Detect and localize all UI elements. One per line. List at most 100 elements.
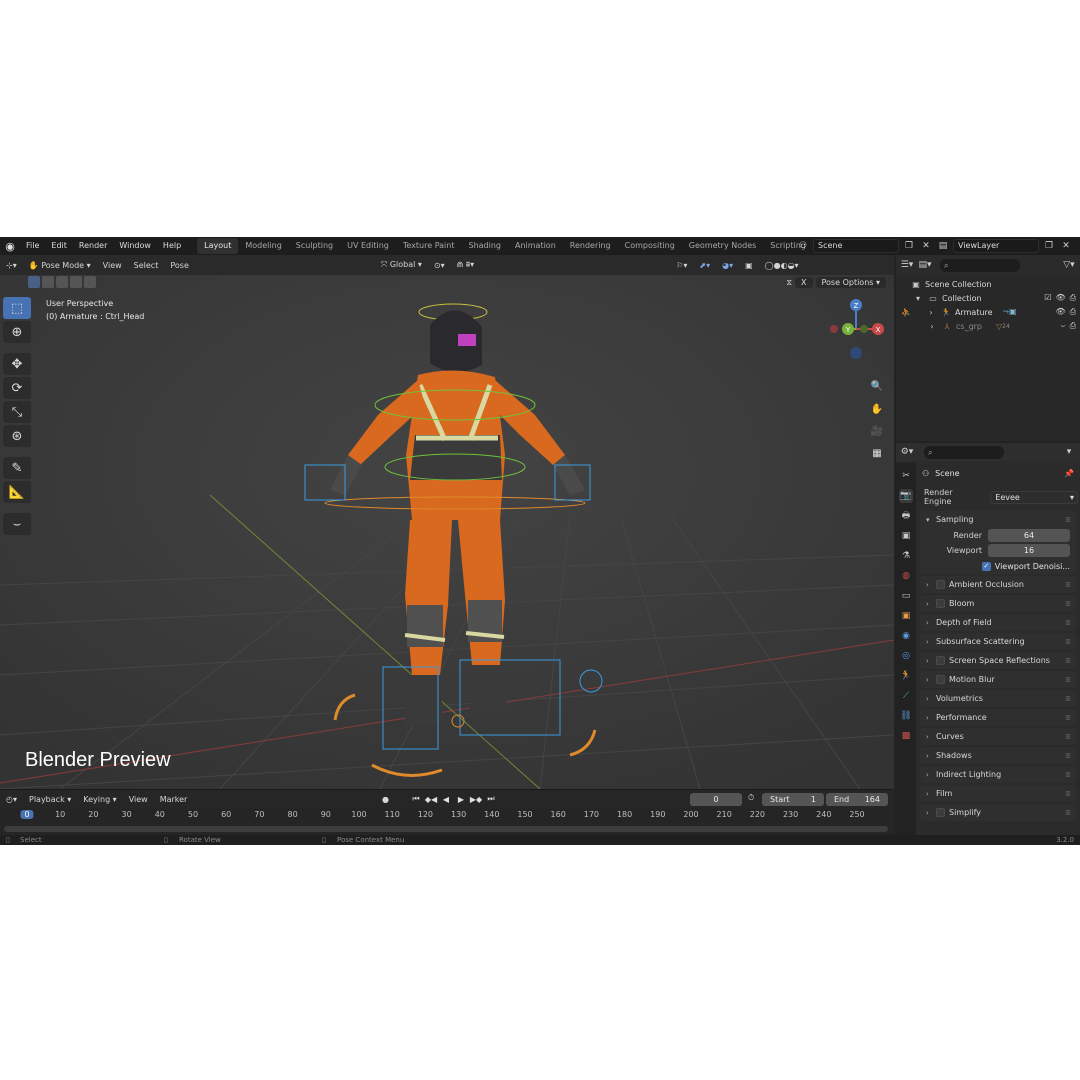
properties-options-icon[interactable]: ▾ [1062,445,1076,459]
current-frame-field[interactable]: 0 [690,793,742,806]
blender-logo-icon[interactable]: ◉ [0,237,20,255]
shading-modes-icon[interactable]: ◯●◐◒▾ [759,261,805,270]
object-tab-icon[interactable]: ▣ [899,609,913,623]
drag-grip-icon[interactable]: ⁞⁞⁞⁞ [1065,733,1071,741]
jump-start-icon[interactable]: ⏮ [410,793,422,805]
camera-view-icon[interactable]: 🎥 [868,422,886,440]
render-tab-icon[interactable]: 📷 [899,489,913,503]
camera-icon[interactable]: ⎙ [1070,293,1076,303]
panel-header[interactable]: › Bloom ⁞⁞⁞⁞ [920,595,1076,612]
drag-grip-icon[interactable]: ⁞⁞⁞⁞ [1065,771,1071,779]
camera-icon[interactable]: ⎙ [1070,321,1076,331]
panel-enable-checkbox[interactable] [936,580,945,589]
close-view-layer-icon[interactable]: ✕ [1059,239,1073,253]
editor-type-icon[interactable]: ⊹▾ [0,261,23,270]
camera-icon[interactable]: ⎙ [1070,307,1076,317]
xray-icon[interactable]: ▣ [739,261,759,270]
perspective-toggle-icon[interactable]: ▦ [868,444,886,462]
scene-icon[interactable]: ⚇ [796,239,810,253]
armature-row[interactable]: ⛹ › 🏃 Armature ⤳▣ 👁 ⎙ [896,305,1080,319]
collection-tab-icon[interactable]: ▭ [899,589,913,603]
gizmo-toggle-icon[interactable]: ⬈▾ [693,261,716,270]
bone-constraints-tab-icon[interactable]: ⛓ [899,709,913,723]
drag-grip-icon[interactable]: ⁞⁞⁞⁞ [1065,638,1071,646]
drag-grip-icon[interactable]: ⁞⁞⁞⁞ [1065,695,1071,703]
clock-icon[interactable]: ⏱ [748,793,754,803]
select-intersect-icon[interactable] [84,276,96,288]
timeline-view-menu[interactable]: View [123,795,154,804]
move-tool[interactable]: ✥ [3,353,31,375]
render-samples-field[interactable]: 64 [988,529,1070,542]
tab-texture-paint[interactable]: Texture Paint [396,238,462,254]
tab-layout[interactable]: Layout [197,238,239,254]
eye-icon[interactable]: 👁 [1055,293,1065,303]
navigation-gizmo[interactable]: Z Y X [826,297,886,371]
tab-rendering[interactable]: Rendering [563,238,618,254]
output-tab-icon[interactable]: 🖶 [899,509,913,523]
scene-tab-icon[interactable]: ⚗ [899,549,913,563]
x-mirror-button[interactable]: X [795,277,813,288]
eye-icon[interactable]: 👁 [1055,307,1065,317]
pose-options-button[interactable]: Pose Options ▾ [815,277,886,288]
cursor-tool[interactable]: ⊕ [3,321,31,343]
panel-header[interactable]: › Curves ⁞⁞⁞⁞ [920,728,1076,745]
object-data-tab-icon[interactable]: 🏃 [899,669,913,683]
view-layer-tab-icon[interactable]: ▣ [899,529,913,543]
panel-header[interactable]: › Depth of Field ⁞⁞⁞⁞ [920,614,1076,631]
timeline-scrollbar[interactable] [4,826,888,832]
checkbox-icon[interactable]: ☑ [1044,293,1051,303]
jump-end-icon[interactable]: ⏭ [485,793,497,805]
select-extend-icon[interactable] [42,276,54,288]
end-frame-field[interactable]: End 164 [826,793,888,806]
drag-grip-icon[interactable]: ⁞⁞⁞⁞ [1065,676,1071,684]
tool-tab-icon[interactable]: ✂ [899,469,913,483]
constraints-tab-icon[interactable]: ◎ [899,649,913,663]
tab-uv-editing[interactable]: UV Editing [340,238,396,254]
properties-search[interactable]: ⌕ [924,445,1004,459]
playback-menu[interactable]: Playback ▾ [23,795,77,804]
menu-edit[interactable]: Edit [45,237,73,255]
snap-icon[interactable]: ⋒ ⩩▾ [451,260,481,270]
panel-header[interactable]: › Simplify ⁞⁞⁞⁞ [920,804,1076,821]
jump-key-back-icon[interactable]: ◆◀ [425,793,437,805]
panel-header[interactable]: › Performance ⁞⁞⁞⁞ [920,709,1076,726]
rotate-tool[interactable]: ⟳ [3,377,31,399]
drag-grip-icon[interactable]: ⁞⁞⁞⁞ [1065,516,1071,524]
view-layer-icon[interactable]: ▤ [936,239,950,253]
timeline-editor-icon[interactable]: ◴▾ [0,795,23,804]
play-reverse-icon[interactable]: ◀ [440,793,452,805]
tab-sculpting[interactable]: Sculpting [289,238,340,254]
keying-menu[interactable]: Keying ▾ [77,795,122,804]
drag-grip-icon[interactable]: ⁞⁞⁞⁞ [1065,581,1071,589]
orientation-selector[interactable]: ⤧ Global ▾ [375,260,428,270]
physics-tab-icon[interactable]: ◉ [899,629,913,643]
menu-render[interactable]: Render [73,237,113,255]
mode-selector[interactable]: ✋ Pose Mode ▾ [23,261,97,270]
drag-grip-icon[interactable]: ⁞⁞⁞⁞ [1065,790,1071,798]
view-menu[interactable]: View [97,261,128,270]
expand-chevron-icon[interactable]: › [925,308,937,317]
panel-header[interactable]: › Screen Space Reflections ⁞⁞⁞⁞ [920,652,1076,669]
mirror-icon[interactable]: ⧖ [786,278,792,288]
properties-editor-icon[interactable]: ⚙▾ [900,445,914,459]
frame-ruler[interactable]: 0 10 20 30 40 50 60 70 80 90 100 110 120 130 140 150 160… [0,808,894,824]
new-view-layer-icon[interactable]: ❐ [1042,239,1056,253]
outliner-editor-icon[interactable]: ☰▾ [900,258,914,272]
start-frame-field[interactable]: Start 1 [762,793,824,806]
pan-hand-icon[interactable]: ✋ [868,400,886,418]
display-mode-icon[interactable]: ▤▾ [918,258,932,272]
panel-header[interactable]: › Ambient Occlusion ⁞⁞⁞⁞ [920,576,1076,593]
panel-enable-checkbox[interactable] [936,599,945,608]
annotate-tool[interactable]: ✎ [3,457,31,479]
cs-grp-row[interactable]: › ⅄ cs_grp ▽ 24 ⌣ ⎙ [896,319,1080,333]
3d-viewport[interactable]: ⊹▾ ✋ Pose Mode ▾ View Select Pose ⤧ Glob… [0,255,894,789]
panel-header[interactable]: › Motion Blur ⁞⁞⁞⁞ [920,671,1076,688]
drag-grip-icon[interactable]: ⁞⁞⁞⁞ [1065,619,1071,627]
collection-row[interactable]: ▾ ▭ Collection ☑ 👁 ⎙ [896,291,1080,305]
tab-compositing[interactable]: Compositing [618,238,682,254]
jump-key-forward-icon[interactable]: ▶◆ [470,793,482,805]
play-icon[interactable]: ▶ [455,793,467,805]
tab-shading[interactable]: Shading [461,238,508,254]
viewport-samples-field[interactable]: 16 [988,544,1070,557]
panel-header[interactable]: › Indirect Lighting ⁞⁞⁞⁞ [920,766,1076,783]
